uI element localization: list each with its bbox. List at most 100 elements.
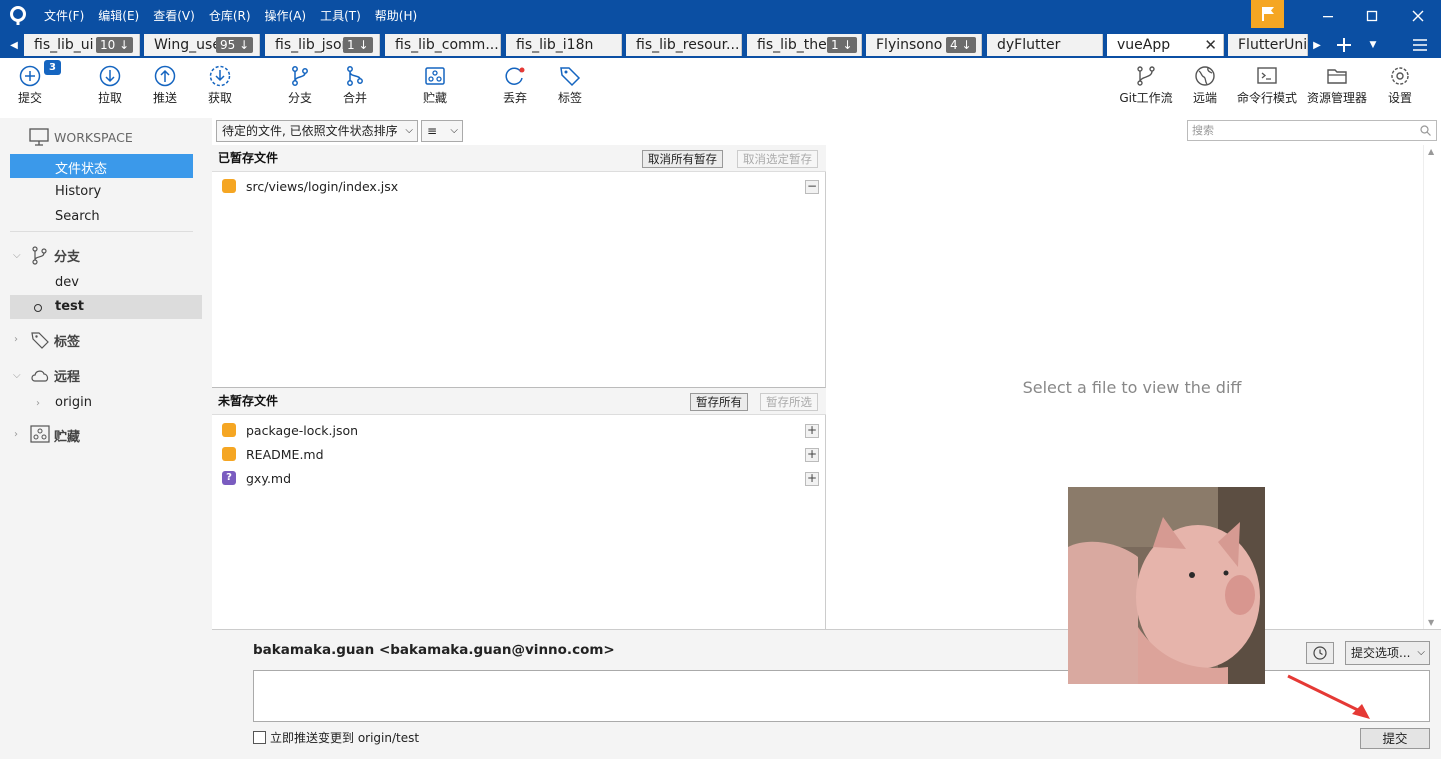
stash-button[interactable]: 贮藏 xyxy=(413,58,457,118)
branch-item-test[interactable]: test xyxy=(10,295,202,319)
close-window-icon[interactable] xyxy=(1395,0,1441,32)
merge-label: 合并 xyxy=(342,91,367,105)
sort-dropdown[interactable]: 待定的文件, 已依照文件状态排序 ⌵ xyxy=(216,120,418,142)
branches-header[interactable]: 分支 xyxy=(54,246,80,265)
chevron-down-icon: ⌵ xyxy=(450,125,458,136)
fetch-button[interactable]: 获取 xyxy=(198,58,242,118)
menu-edit[interactable]: 编辑(E) xyxy=(98,0,139,32)
menu-help[interactable]: 帮助(H) xyxy=(375,0,417,32)
chevron-down-icon[interactable]: ⌵ xyxy=(13,370,21,381)
view-mode-dropdown[interactable]: ≡ ⌵ xyxy=(421,120,463,142)
menu-view[interactable]: 查看(V) xyxy=(153,0,195,32)
scroll-tabs-left-icon[interactable]: ◀ xyxy=(4,32,24,58)
maximize-icon[interactable] xyxy=(1349,0,1395,32)
pull-button[interactable]: 拉取 xyxy=(88,58,132,118)
chevron-right-icon[interactable]: › xyxy=(36,398,40,409)
annotation-arrow-icon xyxy=(1287,674,1370,719)
sidebar-item-history[interactable]: History xyxy=(55,184,101,199)
fetch-label: 获取 xyxy=(207,91,232,105)
unstaged-title: 未暂存文件 xyxy=(218,394,279,408)
unstage-file-icon[interactable]: − xyxy=(805,180,819,194)
tab-list-dropdown-icon[interactable]: ▼ xyxy=(1362,32,1384,58)
search-input[interactable]: 搜索 xyxy=(1187,120,1437,141)
remote-button[interactable]: 远端 xyxy=(1183,58,1227,118)
menu-file[interactable]: 文件(F) xyxy=(44,0,84,32)
merge-button[interactable]: 合并 xyxy=(333,58,377,118)
stashes-header[interactable]: 贮藏 xyxy=(54,426,80,445)
unstaged-file-row[interactable]: package-lock.json + xyxy=(212,419,826,443)
hamburger-menu-icon[interactable] xyxy=(1406,32,1434,58)
folder-icon xyxy=(1327,69,1347,84)
unstage-selected-button[interactable]: 取消选定暂存 xyxy=(737,150,818,168)
scroll-up-icon[interactable]: ▲ xyxy=(1428,147,1434,156)
branch-button[interactable]: 分支 xyxy=(278,58,322,118)
staged-file-row[interactable]: src/views/login/index.jsx − xyxy=(212,175,826,199)
modified-file-icon xyxy=(222,423,236,437)
commit-history-button[interactable] xyxy=(1306,642,1334,664)
pull-label: 拉取 xyxy=(97,91,122,105)
remotes-header[interactable]: 远程 xyxy=(54,366,80,385)
chevron-down-icon: ⌵ xyxy=(1417,647,1425,658)
settings-button[interactable]: 设置 xyxy=(1378,58,1422,118)
stage-file-icon[interactable]: + xyxy=(805,448,819,462)
explorer-button[interactable]: 资源管理器 xyxy=(1303,58,1371,118)
scroll-tabs-right-icon[interactable]: ▶ xyxy=(1309,32,1325,58)
tab-label: dyFlutter xyxy=(997,37,1061,53)
sidebar-divider xyxy=(10,231,193,232)
new-tab-icon[interactable] xyxy=(1330,32,1358,58)
submit-commit-button[interactable]: 提交 xyxy=(1360,728,1430,749)
minimize-icon[interactable] xyxy=(1305,0,1351,32)
modified-file-icon xyxy=(222,179,236,193)
flag-icon[interactable] xyxy=(1251,0,1284,28)
tag-button[interactable]: 标签 xyxy=(548,58,592,118)
commit-options-dropdown[interactable]: 提交选项... ⌵ xyxy=(1345,641,1430,665)
tab-fis-lib-json[interactable]: fis_lib_json 1 ↓ xyxy=(265,34,380,56)
stage-file-icon[interactable]: + xyxy=(805,424,819,438)
menu-actions[interactable]: 操作(A) xyxy=(265,0,307,32)
globe-icon xyxy=(1195,66,1215,86)
tab-badge: 10 ↓ xyxy=(96,37,134,53)
tab-flyinsono[interactable]: Flyinsono 4 ↓ xyxy=(866,34,982,56)
sidebar-item-search[interactable]: Search xyxy=(55,209,100,224)
terminal-button[interactable]: 命令行模式 xyxy=(1235,58,1299,118)
gear-icon xyxy=(1391,67,1409,85)
discard-button[interactable]: 丢弃 xyxy=(493,58,537,118)
stash-icon xyxy=(30,425,50,443)
stage-selected-button[interactable]: 暂存所选 xyxy=(760,393,818,411)
push-immediately-label: 立即推送变更到 origin/test xyxy=(270,731,420,745)
file-name: package-lock.json xyxy=(246,423,359,438)
scroll-down-icon[interactable]: ▼ xyxy=(1428,618,1434,627)
chevron-down-icon[interactable]: ⌵ xyxy=(13,250,21,261)
unstage-all-button[interactable]: 取消所有暂存 xyxy=(642,150,723,168)
push-button[interactable]: 推送 xyxy=(143,58,187,118)
unstaged-file-row[interactable]: ? gxy.md + xyxy=(212,467,826,491)
tab-fis-lib-comm[interactable]: fis_lib_comm... xyxy=(385,34,501,56)
remote-item-origin[interactable]: origin xyxy=(55,395,92,410)
diff-scrollbar[interactable]: ▲ ▼ xyxy=(1423,145,1441,629)
tab-badge: 95 ↓ xyxy=(216,37,254,53)
sidebar-item-file-status[interactable]: 文件状态 xyxy=(10,154,193,178)
commit-button[interactable]: 提交 3 xyxy=(8,58,61,118)
menu-tools[interactable]: 工具(T) xyxy=(320,0,361,32)
unstaged-file-row[interactable]: README.md + xyxy=(212,443,826,467)
tab-wing-use[interactable]: Wing_use 95 ↓ xyxy=(144,34,260,56)
chevron-right-icon[interactable]: › xyxy=(14,429,18,440)
tab-fis-lib-ther[interactable]: fis_lib_ther 1 ↓ xyxy=(747,34,862,56)
gitflow-button[interactable]: Git工作流 xyxy=(1116,58,1176,118)
tab-fis-lib-i18n[interactable]: fis_lib_i18n xyxy=(506,34,622,56)
tags-header[interactable]: 标签 xyxy=(54,331,80,350)
tab-vueapp[interactable]: vueApp ✕ xyxy=(1107,34,1224,56)
tab-label: Wing_use xyxy=(154,37,221,53)
stage-all-button[interactable]: 暂存所有 xyxy=(690,393,748,411)
unstaged-header: 未暂存文件 暂存所有 暂存所选 xyxy=(212,388,826,415)
tab-flutterunit[interactable]: FlutterUnit xyxy=(1228,34,1308,56)
chevron-right-icon[interactable]: › xyxy=(14,334,18,345)
tab-fis-lib-resour[interactable]: fis_lib_resour... xyxy=(626,34,742,56)
branch-item-dev[interactable]: dev xyxy=(55,275,79,290)
tab-dyflutter[interactable]: dyFlutter xyxy=(987,34,1103,56)
tab-fis-lib-ui[interactable]: fis_lib_ui 10 ↓ xyxy=(24,34,140,56)
close-tab-icon[interactable]: ✕ xyxy=(1204,34,1217,56)
push-immediately-checkbox[interactable] xyxy=(253,731,266,744)
menu-repository[interactable]: 仓库(R) xyxy=(209,0,251,32)
stage-file-icon[interactable]: + xyxy=(805,472,819,486)
